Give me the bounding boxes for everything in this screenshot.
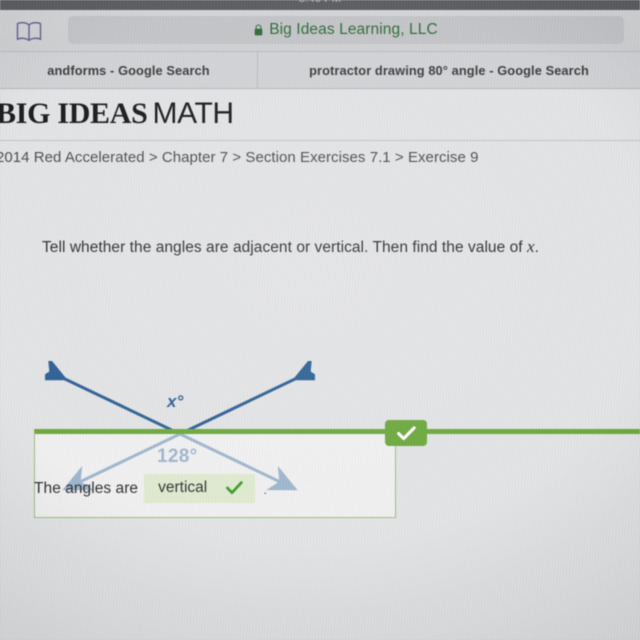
answer-correct-badge — [385, 420, 427, 446]
prompt-variable-x: x — [527, 237, 535, 256]
lock-icon — [254, 24, 263, 36]
answer-sentence-label: The angles are — [34, 479, 139, 497]
breadcrumb[interactable]: 2014 Red Accelerated > Chapter 7 > Secti… — [0, 149, 478, 166]
site-name-label: Big Ideas Learning, LLC — [269, 21, 438, 38]
status-bar-clock: 3:40 PM — [0, 0, 640, 5]
ios-status-bar: 3:40 PM — [0, 0, 640, 10]
browser-tab-protractor[interactable]: protractor drawing 80° angle - Google Se… — [258, 52, 640, 88]
page-brand-title: BIG IDEAS MATH — [0, 97, 234, 131]
answer-sentence-period: . — [263, 480, 268, 497]
brand-serif-text: BIG IDEAS — [0, 97, 148, 130]
header-divider — [0, 140, 640, 141]
open-book-icon[interactable] — [14, 20, 44, 44]
answer-sentence-row: The angles are vertical . — [34, 474, 267, 503]
brand-sans-text: MATH — [152, 97, 235, 130]
check-icon — [226, 481, 244, 495]
answer-dropdown-value: vertical — [158, 479, 208, 496]
browser-tab-bar: andforms - Google Search protractor draw… — [0, 52, 640, 89]
browser-toolbar: Big Ideas Learning, LLC — [0, 10, 640, 52]
address-bar[interactable]: Big Ideas Learning, LLC — [68, 16, 624, 44]
prompt-text-start: Tell whether the angles are adjacent or … — [42, 239, 528, 256]
ipad-screen-photo: 3:40 PM Big Ideas Learning, LLC — [0, 0, 640, 640]
answer-dropdown-vertical[interactable]: vertical — [144, 474, 256, 503]
exercise-prompt: Tell whether the angles are adjacent or … — [42, 237, 539, 257]
browser-tab-landforms[interactable]: andforms - Google Search — [0, 52, 258, 88]
web-page-content: BIG IDEAS MATH 2014 Red Accelerated > Cha… — [0, 89, 640, 640]
figure-label-unknown-angle: x° — [167, 392, 184, 411]
check-icon — [396, 425, 416, 440]
prompt-text-end: . — [534, 239, 539, 256]
